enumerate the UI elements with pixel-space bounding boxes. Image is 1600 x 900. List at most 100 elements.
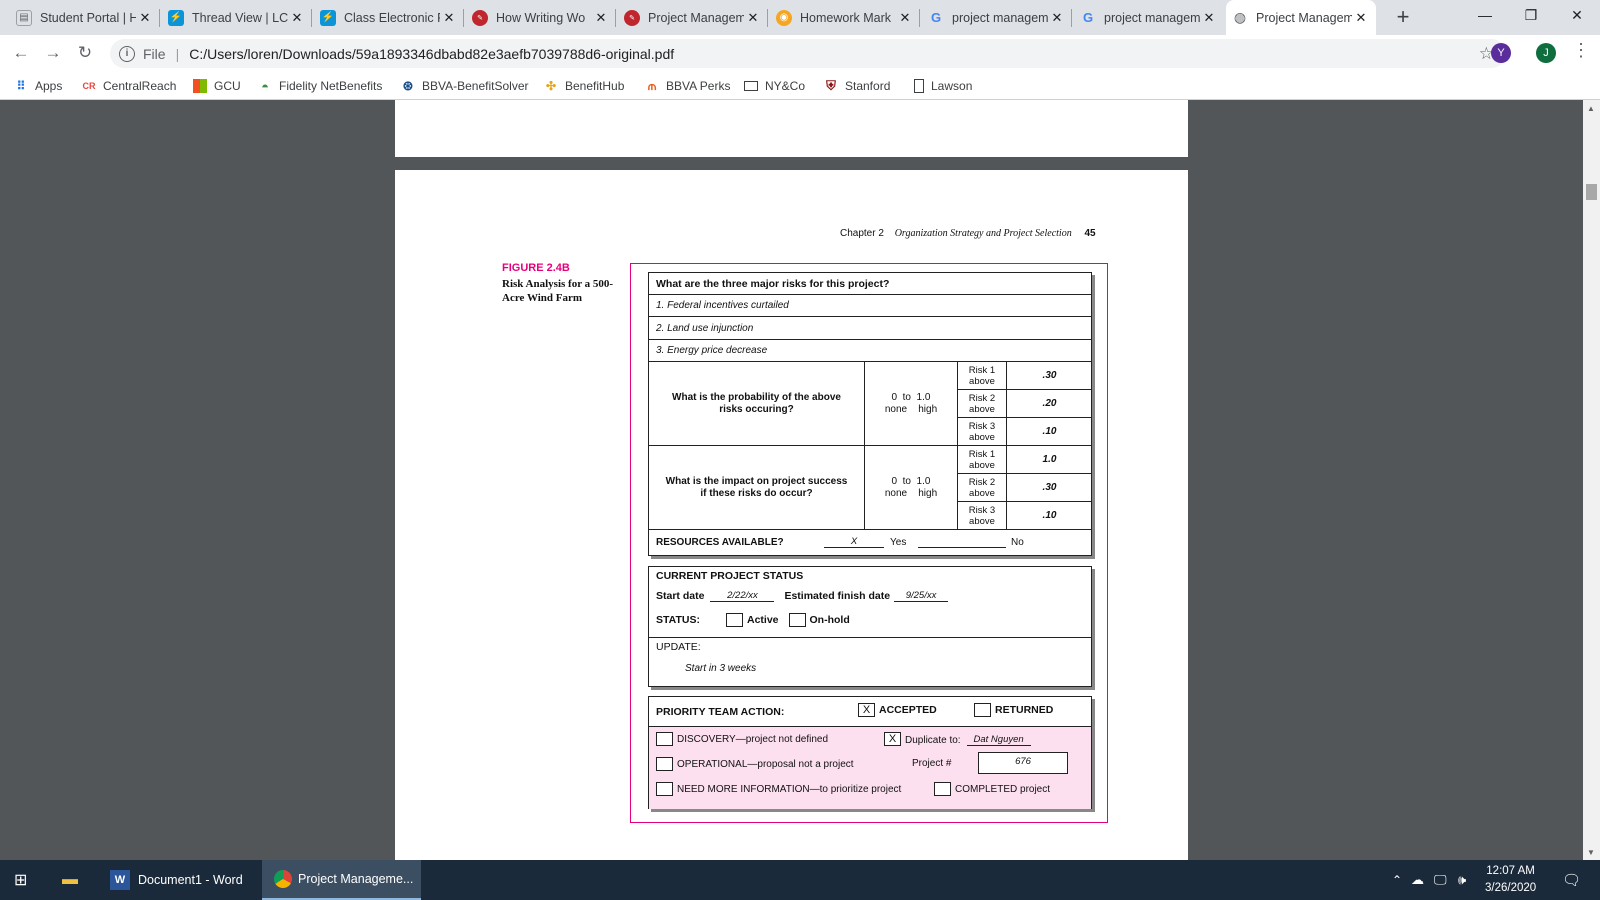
new-tab-button[interactable]: + [1389,4,1417,32]
scale-range: 0 to 1.0 [891,391,931,403]
url-scheme: File [143,45,166,62]
clock[interactable]: 12:07 AM 3/26/2020 [1485,860,1536,900]
onhold-checkbox[interactable] [788,613,806,627]
probability-question: What is the probability of the above ris… [649,362,865,446]
active-checkbox[interactable] [726,613,743,627]
risk-item-3: 3. Energy price decrease [649,340,1091,362]
project-number-field[interactable]: 676 [978,752,1068,774]
tab-student-portal[interactable]: ▤ Student Portal | Ho ✕ [10,0,160,35]
info-icon[interactable]: i [119,45,135,62]
figure-label: FIGURE 2.4B [502,262,570,274]
scrollbar-thumb[interactable] [1586,184,1597,200]
close-icon[interactable]: ✕ [1048,10,1066,26]
impact-risk-label-1: Risk 1 above [958,446,1007,474]
show-hidden-icons-icon[interactable]: ⌃ [1392,860,1402,900]
document-icon: ▤ [16,9,32,26]
risk-item-2: 2. Land use injunction [649,317,1091,340]
close-icon[interactable]: ✕ [744,10,762,26]
duplicate-value: Dat Nguyen [966,734,1031,746]
minimize-button[interactable]: — [1462,0,1508,30]
returned-checkbox[interactable] [974,703,991,717]
address-bar[interactable]: i File | C:/Users/loren/Downloads/59a189… [110,39,1506,68]
completed-label: COMPLETED project [955,783,1051,795]
scroll-up-arrow-icon[interactable]: ▲ [1587,104,1595,113]
pen-icon: ✎ [624,9,640,26]
vertical-scrollbar[interactable]: ▲ ▼ [1583,100,1600,860]
cr-icon: CR [82,81,96,91]
tab-title: project managem [952,10,1048,25]
taskbar-chrome[interactable]: Project Manageme... [262,860,421,900]
prob-risk-label-3: Risk 3 above [958,418,1007,446]
close-icon[interactable]: ✕ [896,10,914,26]
resources-row: RESOURCES AVAILABLE? X Yes No [656,536,1086,548]
bookmark-bbva-benefitsolver[interactable]: ⊛ BBVA-BenefitSolver [401,77,529,95]
impact-risk-value-2: .30 [1007,474,1092,502]
windows-taskbar: ⊞ ▬ W Document1 - Word Project Manageme.… [0,860,1600,900]
update-text: Start in 3 weeks [685,663,757,674]
back-button[interactable]: ← [8,40,34,66]
bookmark-stanford[interactable]: ⛨ Stanford [824,77,890,95]
file-explorer-icon[interactable]: ▬ [62,860,78,900]
impact-risk-value-1: 1.0 [1007,446,1092,474]
discovery-checkbox[interactable] [656,732,673,746]
network-icon[interactable]: 🖵 [1434,860,1447,900]
forward-button[interactable]: → [40,40,66,66]
more-info-checkbox[interactable] [656,782,673,796]
close-icon[interactable]: ✕ [1200,10,1218,26]
close-icon[interactable]: ✕ [288,10,306,26]
figure-caption: Risk Analysis for a 500-Acre Wind Farm [502,278,614,304]
scroll-down-arrow-icon[interactable]: ▼ [1587,848,1595,857]
notifications-icon[interactable]: 🗨 [1562,860,1581,900]
bookmark-gcu[interactable]: GCU [193,77,241,95]
returned-label: RETURNED [995,704,1054,716]
onedrive-icon[interactable]: ☁ [1411,860,1424,900]
bookmark-benefithub[interactable]: ✣ BenefitHub [544,77,624,95]
impact-risk-label-2: Risk 2 above [958,474,1007,502]
tab-google-search-2[interactable]: G project managem ✕ [1074,0,1224,35]
resources-yes-label: Yes [890,537,907,548]
operational-checkbox[interactable] [656,757,673,771]
tab-homework-market[interactable]: ◉ Homework Mark ✕ [770,0,920,35]
restore-button[interactable]: ❐ [1508,0,1554,30]
completed-checkbox[interactable] [934,782,951,796]
accepted-checkbox[interactable]: X [858,703,875,717]
menu-dots-icon[interactable]: ⋮ [1572,40,1590,61]
bookmark-label: Stanford [845,79,891,93]
accepted-option: X ACCEPTED [858,703,937,717]
tab-thread-view[interactable]: ⚡ Thread View | LC ✕ [162,0,312,35]
discovery-option: DISCOVERY—project not defined [656,732,828,746]
taskbar-label: Project Manageme... [298,872,414,886]
tab-class-electronic[interactable]: ⚡ Class Electronic F ✕ [314,0,464,35]
close-icon[interactable]: ✕ [440,10,458,26]
profile-avatar-j[interactable]: J [1536,43,1556,63]
risk-analysis-table: What are the three major risks for this … [648,272,1092,556]
windows-start-icon[interactable]: ⊞ [14,860,27,900]
bookmark-centralreach[interactable]: CR CentralReach [82,77,177,95]
close-icon[interactable]: ✕ [136,10,154,26]
profile-avatar-y[interactable]: Y [1491,43,1511,63]
taskbar-word[interactable]: W Document1 - Word [104,860,256,900]
volume-icon[interactable]: 🕪 [1458,860,1466,900]
perks-icon: ⫙ [647,78,657,93]
bookmark-lawson[interactable]: Lawson [914,77,972,95]
bookmark-fidelity[interactable]: ◓ Fidelity NetBenefits [258,77,382,95]
bookmark-nyco[interactable]: NY&Co [744,77,805,95]
close-icon[interactable]: ✕ [1352,10,1370,26]
apps-grid-icon: ⠿ [16,79,26,93]
close-window-button[interactable]: ✕ [1554,0,1600,30]
bookmark-bbva-perks[interactable]: ⫙ BBVA Perks [645,77,731,95]
bookmark-apps[interactable]: ⠿ Apps [14,77,63,95]
active-label: Active [747,614,779,626]
close-icon[interactable]: ✕ [592,10,610,26]
lightning-icon: ⚡ [320,9,336,26]
duplicate-checkbox[interactable]: X [884,732,901,746]
tab-google-search-1[interactable]: G project managem ✕ [922,0,1072,35]
running-head-chapter: Chapter 2 [840,228,884,239]
reload-button[interactable]: ↻ [72,40,98,66]
tab-project-management-active[interactable]: ◍ Project Managem ✕ [1226,0,1376,35]
page-number: 45 [1084,228,1096,239]
accepted-label: ACCEPTED [879,704,937,716]
duplicate-label: Duplicate to: [905,735,961,746]
tab-project-management-1[interactable]: ✎ Project Managem ✕ [618,0,768,35]
tab-how-writing[interactable]: ✎ How Writing Wo ✕ [466,0,616,35]
